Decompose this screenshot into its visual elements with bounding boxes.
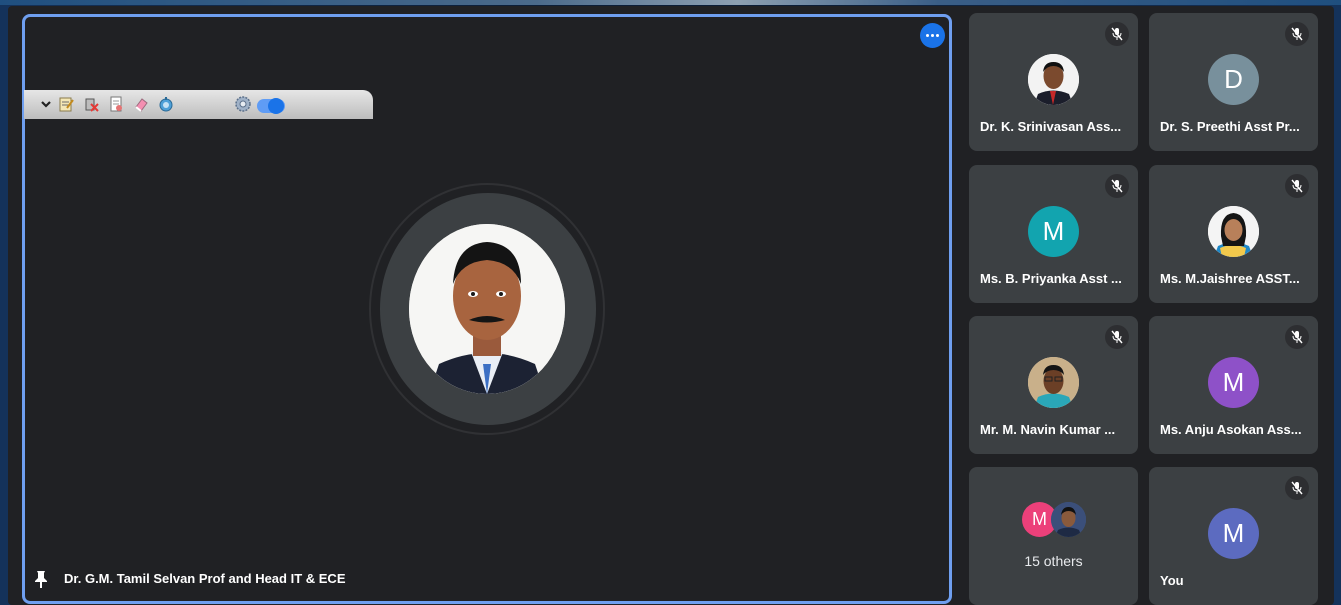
participant-tile[interactable]: Ms. M.Jaishree ASST... <box>1149 165 1318 303</box>
more-horizontal-icon[interactable] <box>920 23 945 48</box>
mic-off-icon <box>1105 174 1129 198</box>
participant-avatar <box>1208 206 1259 257</box>
others-avatar-photo <box>1051 502 1086 537</box>
others-tile[interactable]: M 15 others <box>969 467 1138 605</box>
participant-tile[interactable]: M Ms. B. Priyanka Asst ... <box>969 165 1138 303</box>
toggle-knob <box>268 98 284 114</box>
presenter-name: Dr. G.M. Tamil Selvan Prof and Head IT &… <box>64 571 346 586</box>
edit-notes-icon[interactable] <box>58 96 74 112</box>
eraser-icon[interactable] <box>133 96 149 112</box>
participant-avatar: D <box>1208 54 1259 105</box>
mic-off-icon <box>1285 22 1309 46</box>
participant-avatar: M <box>1028 206 1079 257</box>
self-tile[interactable]: M You <box>1149 467 1318 605</box>
participant-name: Ms. M.Jaishree ASST... <box>1160 271 1300 286</box>
participant-name: Ms. Anju Asokan Ass... <box>1160 422 1302 437</box>
participant-avatar: M <box>1208 357 1259 408</box>
pin-icon[interactable] <box>34 570 48 588</box>
delete-icon[interactable] <box>83 96 99 112</box>
participant-name: Dr. K. Srinivasan Ass... <box>980 119 1122 134</box>
mic-off-icon <box>1285 325 1309 349</box>
participant-avatar <box>1028 54 1079 105</box>
chevron-down-icon[interactable] <box>38 96 54 112</box>
participant-tile[interactable]: M Ms. Anju Asokan Ass... <box>1149 316 1318 454</box>
mic-off-icon <box>1105 325 1129 349</box>
participant-name: Dr. S. Preethi Asst Pr... <box>1160 119 1300 134</box>
extension-toolbar <box>24 90 373 119</box>
document-icon[interactable] <box>108 96 124 112</box>
settings-icon[interactable] <box>234 95 252 113</box>
mic-off-icon <box>1105 22 1129 46</box>
participant-tile[interactable]: D Dr. S. Preethi Asst Pr... <box>1149 13 1318 151</box>
participant-tile[interactable]: Mr. M. Navin Kumar ... <box>969 316 1138 454</box>
participant-name: You <box>1160 573 1184 588</box>
participant-name: Mr. M. Navin Kumar ... <box>980 422 1116 437</box>
mic-off-icon <box>1285 476 1309 500</box>
others-count-label: 15 others <box>1024 553 1083 569</box>
window-top-edge <box>0 0 1341 5</box>
mic-off-icon <box>1285 174 1309 198</box>
participant-avatar <box>1028 357 1079 408</box>
timer-icon[interactable] <box>158 96 174 112</box>
participant-tile[interactable]: Dr. K. Srinivasan Ass... <box>969 13 1138 151</box>
participant-name: Ms. B. Priyanka Asst ... <box>980 271 1122 286</box>
participant-avatar: M <box>1208 508 1259 559</box>
presenter-avatar <box>409 224 565 394</box>
